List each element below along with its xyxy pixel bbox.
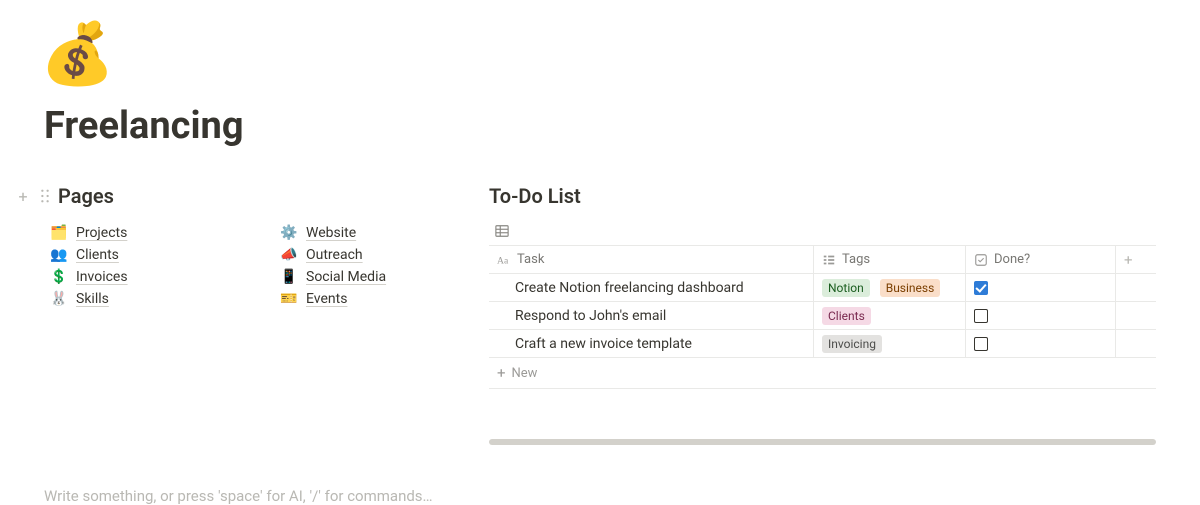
tag-badge: Business [880,279,941,297]
page-emoji-icon: ⚙️ [280,225,298,241]
page-emoji-icon: 🗂️ [50,225,68,241]
done-cell[interactable] [966,302,1116,329]
tag-badge: Invoicing [822,335,882,353]
page-emoji-icon: 📱 [280,269,298,285]
add-column-button[interactable]: + [1116,246,1156,273]
done-checkbox[interactable] [974,309,988,323]
page-link-label: Invoices [76,269,128,285]
page-link[interactable]: 💲 Invoices [50,266,240,288]
page-emoji-icon: 💲 [50,269,68,285]
page-link-label: Clients [76,247,119,263]
page-title[interactable]: Freelancing [44,104,1156,148]
done-cell[interactable] [966,274,1116,301]
table-view-tab[interactable] [489,220,515,245]
column-header-done[interactable]: Done? [966,246,1116,273]
page-link[interactable]: 🎫 Events [280,288,449,310]
title-prop-icon: Aa [497,253,511,267]
tag-badge: Notion [822,279,870,297]
page-emoji-icon: 🐰 [50,291,68,307]
page-link-label: Projects [76,225,127,241]
column-header-done-label: Done? [994,252,1030,267]
column-header-tags[interactable]: Tags [814,246,966,273]
column-header-task-label: Task [517,252,544,267]
drag-handle-icon[interactable] [38,187,52,205]
page-link-label: Outreach [306,247,363,263]
page-link-label: Events [306,291,347,307]
tags-cell[interactable]: Clients [814,302,966,329]
plus-icon: + [1124,251,1133,269]
page-link-label: Website [306,225,356,241]
plus-icon: + [497,364,506,382]
table-icon [495,223,509,242]
page-link-label: Social Media [306,269,386,285]
horizontal-scrollbar[interactable] [489,439,1156,445]
page-link[interactable]: 👥 Clients [50,244,240,266]
done-checkbox[interactable] [974,281,988,295]
table-row: Craft a new invoice template Invoicing [489,330,1156,358]
page-icon[interactable]: 💰 [40,24,1156,84]
checkbox-prop-icon [974,253,988,267]
todo-heading[interactable]: To-Do List [489,184,1156,208]
pages-heading[interactable]: Pages [58,184,114,208]
column-header-task[interactable]: Aa Task [489,246,814,273]
task-cell[interactable]: Create Notion freelancing dashboard [489,274,814,301]
done-cell[interactable] [966,330,1116,357]
tag-badge: Clients [822,307,871,325]
empty-cell [1116,274,1156,301]
task-title: Craft a new invoice template [497,336,692,352]
new-row-label: New [512,366,538,381]
tags-cell[interactable]: Invoicing [814,330,966,357]
new-row-button[interactable]: + New [489,358,1156,389]
task-title: Respond to John's email [497,308,666,324]
page-emoji-icon: 👥 [50,247,68,263]
table-row: Respond to John's email Clients [489,302,1156,330]
todo-table: Aa Task Tags Done? [489,246,1156,389]
database-view-tabs [489,220,1156,246]
column-header-tags-label: Tags [842,252,870,267]
multiselect-prop-icon [822,253,836,267]
task-cell[interactable]: Craft a new invoice template [489,330,814,357]
page-link-label: Skills [76,291,109,307]
page-link[interactable]: 📣 Outreach [280,244,449,266]
page-link[interactable]: 📱 Social Media [280,266,449,288]
done-checkbox[interactable] [974,337,988,351]
empty-cell [1116,302,1156,329]
svg-text:Aa: Aa [497,255,509,266]
page-emoji-icon: 📣 [280,247,298,263]
task-cell[interactable]: Respond to John's email [489,302,814,329]
tags-cell[interactable]: Notion Business [814,274,966,301]
add-block-button[interactable]: + [14,187,32,205]
empty-block-placeholder[interactable]: Write something, or press 'space' for AI… [44,487,1156,505]
page-link[interactable]: ⚙️ Website [280,222,449,244]
page-link[interactable]: 🗂️ Projects [50,222,240,244]
empty-cell [1116,330,1156,357]
page-emoji-icon: 🎫 [280,291,298,307]
page-link[interactable]: 🐰 Skills [50,288,240,310]
task-title: Create Notion freelancing dashboard [497,280,744,296]
table-row: Create Notion freelancing dashboard Notio… [489,274,1156,302]
